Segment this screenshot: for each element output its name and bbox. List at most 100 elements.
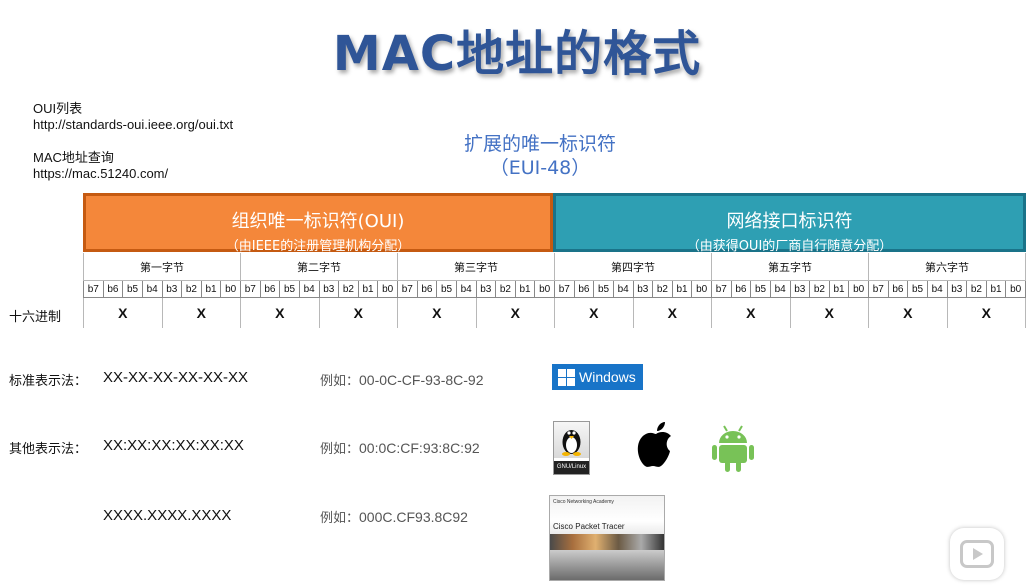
- bit-cell: b2: [495, 280, 516, 298]
- mac-query-url[interactable]: https://mac.51240.com/: [33, 166, 168, 182]
- page-title: MAC地址的格式: [332, 26, 702, 82]
- linux-tux-icon: GNU/Linux: [553, 421, 590, 475]
- hex-digit-cell: X: [318, 297, 398, 328]
- standard-format: XX-XX-XX-XX-XX-XX: [103, 369, 249, 386]
- hex-digit-cell: X: [632, 297, 712, 328]
- apple-logo-icon: [637, 422, 671, 467]
- cisco-format: XXXX.XXXX.XXXX: [103, 507, 232, 524]
- bit-cell: b7: [397, 280, 418, 298]
- standard-example-value: 00-0C-CF-93-8C-92: [359, 372, 484, 388]
- bit-cell: b0: [220, 280, 241, 298]
- byte-header: 第五字节: [711, 253, 869, 281]
- bit-cell: b7: [868, 280, 889, 298]
- eui-title: 扩展的唯一标识符: [463, 133, 616, 155]
- packet-tracer-cover-icon: Cisco Networking Academy Cisco Packet Tr…: [549, 495, 665, 581]
- bit-cell: b3: [161, 280, 183, 298]
- bit-cell: b2: [966, 280, 987, 298]
- hex-label: 十六进制: [9, 310, 62, 325]
- byte-header: 第一字节: [83, 253, 241, 281]
- other-example-value: 00:0C:CF:93:8C:92: [359, 440, 480, 456]
- bit-cell: b0: [377, 280, 398, 298]
- eui-subtitle: （EUI-48）: [489, 157, 591, 179]
- byte-header: 第三字节: [397, 253, 555, 281]
- bit-header-row: b7 b6 b5 b4 b3 b2 b1 b0 b7 b6 b5 b4 b3 b2 b1 b0 b7 b6 b5 b4…: [83, 280, 1026, 298]
- hex-digit-cell: X: [554, 297, 634, 328]
- byte-header: 第二字节: [240, 253, 398, 281]
- bit-cell: b4: [769, 280, 791, 298]
- bit-cell: b1: [357, 280, 379, 298]
- cisco-example-value: 000C.CF93.8C92: [359, 509, 468, 525]
- hex-digit-cell: X: [161, 297, 241, 328]
- bit-cell: b1: [985, 280, 1007, 298]
- bit-cell: b4: [612, 280, 634, 298]
- bit-cell: b4: [455, 280, 477, 298]
- mac-query-label: MAC地址查询: [33, 150, 114, 165]
- bit-cell: b0: [534, 280, 555, 298]
- bit-cell: b7: [711, 280, 732, 298]
- bit-cell: b4: [926, 280, 948, 298]
- bit-cell: b3: [632, 280, 654, 298]
- other-example: 例如：00:0C:CF:93:8C:92: [320, 438, 480, 457]
- byte-header: 第四字节: [554, 253, 712, 281]
- bit-cell: b4: [141, 280, 163, 298]
- bit-cell: b0: [848, 280, 869, 298]
- bit-cell: b2: [652, 280, 673, 298]
- packet-tracer-name: Cisco Packet Tracer: [553, 522, 625, 531]
- oui-band-subtitle: （由IEEE的注册管理机构分配）: [225, 239, 411, 254]
- nic-band-title: 网络接口标识符: [726, 211, 853, 232]
- bit-cell: b4: [298, 280, 320, 298]
- oui-list-url[interactable]: http://standards-oui.ieee.org/oui.txt: [33, 117, 233, 133]
- bit-cell: b2: [809, 280, 830, 298]
- other-label: 其他表示法：: [9, 442, 88, 457]
- byte-header-row: 第一字节 第二字节 第三字节 第四字节 第五字节 第六字节: [83, 253, 1026, 281]
- hex-digit-row: XXXXXXXXXXXX: [83, 297, 1026, 328]
- hex-digit-cell: X: [946, 297, 1026, 328]
- bit-cell: b3: [475, 280, 497, 298]
- hex-digit-cell: X: [789, 297, 869, 328]
- bit-cell: b7: [554, 280, 575, 298]
- bit-cell: b7: [83, 280, 104, 298]
- bit-cell: b0: [1005, 280, 1026, 298]
- cisco-example: 例如：000C.CF93.8C92: [320, 507, 468, 526]
- oui-list-label: OUI列表: [33, 101, 83, 116]
- eui-heading: 扩展的唯一标识符 （EUI-48）: [430, 132, 650, 180]
- other-format: XX:XX:XX:XX:XX:XX: [103, 437, 244, 454]
- tux-penguin-icon: [562, 430, 581, 456]
- windows-logo-icon: Windows: [552, 364, 643, 390]
- bit-cell: b6: [887, 280, 909, 298]
- bit-cell: b3: [318, 280, 340, 298]
- bit-cell: b1: [200, 280, 222, 298]
- android-robot-icon: [712, 425, 754, 472]
- bit-cell: b5: [593, 280, 614, 298]
- bit-cell: b1: [828, 280, 850, 298]
- hex-digit-cell: X: [397, 297, 477, 328]
- bit-cell: b5: [750, 280, 771, 298]
- bit-cell: b1: [671, 280, 693, 298]
- packet-tracer-header: Cisco Networking Academy: [553, 499, 614, 505]
- oui-band: 组织唯一标识符(OUI) （由IEEE的注册管理机构分配）: [83, 193, 553, 254]
- cisco-example-prefix: 例如：: [320, 511, 360, 526]
- hex-digit-cell: X: [711, 297, 791, 328]
- bit-cell: b5: [436, 280, 457, 298]
- bit-cell: b0: [691, 280, 712, 298]
- linux-footer: GNU/Linux: [554, 461, 589, 474]
- bit-cell: b7: [240, 280, 261, 298]
- play-button-icon[interactable]: [950, 528, 1004, 580]
- mac-bit-table: 第一字节 第二字节 第三字节 第四字节 第五字节 第六字节 b7 b6 b5 b4 b3 b2 b1 b…: [83, 253, 1026, 328]
- nic-band: 网络接口标识符 （由获得OUI的厂商自行随意分配）: [553, 193, 1026, 254]
- hex-digit-cell: X: [240, 297, 320, 328]
- bit-cell: b5: [907, 280, 928, 298]
- windows-logo-text: Windows: [579, 369, 636, 385]
- windows-flag-icon: [558, 368, 575, 386]
- nic-band-subtitle: （由获得OUI的厂商自行随意分配）: [686, 239, 893, 254]
- byte-header: 第六字节: [868, 253, 1026, 281]
- bit-cell: b6: [102, 280, 124, 298]
- hex-digit-cell: X: [868, 297, 948, 328]
- bit-cell: b1: [514, 280, 536, 298]
- packet-tracer-photo-strip: [550, 534, 664, 550]
- bit-cell: b2: [338, 280, 359, 298]
- hex-digit-cell: X: [83, 297, 163, 328]
- bit-cell: b3: [789, 280, 811, 298]
- bit-cell: b6: [730, 280, 752, 298]
- standard-label: 标准表示法：: [9, 374, 88, 389]
